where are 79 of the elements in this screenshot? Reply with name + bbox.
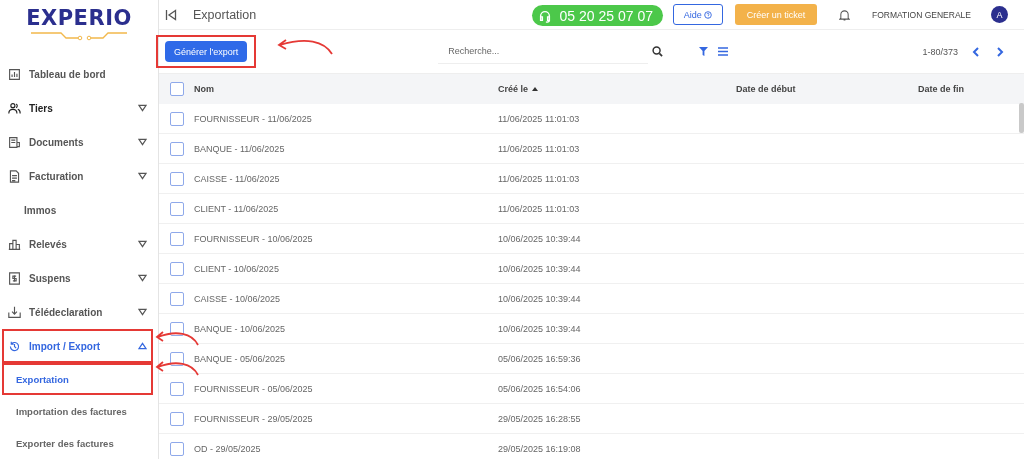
- table-cell-text: 10/06/2025 10:39:44: [498, 263, 582, 274]
- checkbox[interactable]: [169, 291, 184, 306]
- table-cell-text: 11/06/2025 11:01:03: [498, 113, 581, 124]
- column-header[interactable]: Créé le: [498, 84, 736, 94]
- table-cell-text: 10/06/2025 10:39:44: [498, 233, 582, 244]
- checkbox[interactable]: [169, 441, 184, 456]
- nav-item[interactable]: Immos: [4, 195, 151, 225]
- nav-icon: [8, 339, 21, 353]
- checkbox[interactable]: [169, 82, 184, 96]
- table-cell-text: 10/06/2025 10:39:44: [498, 293, 582, 304]
- column-header[interactable]: Nom: [194, 84, 498, 94]
- page-range: 1-80/373: [922, 46, 958, 57]
- circuit-line-icon: [29, 31, 129, 41]
- table-cell-text: 29/05/2025 16:28:55: [498, 413, 582, 424]
- table-cell-text: 05/06/2025 16:59:36: [498, 353, 582, 364]
- table-cell-text: FOURNISSEUR - 10/06/2025: [194, 233, 314, 244]
- nav-item[interactable]: Import / Export: [4, 331, 151, 361]
- help-button[interactable]: Aide: [672, 4, 723, 25]
- chevron-left-icon[interactable]: [972, 46, 980, 57]
- table-cell-text: FOURNISSEUR - 29/05/2025: [194, 413, 314, 424]
- bell-icon[interactable]: [838, 8, 850, 21]
- table-cell-text: OD - 29/05/2025: [194, 443, 262, 454]
- table-cell-text: BANQUE - 05/06/2025: [194, 353, 287, 364]
- table-cell-text: 29/05/2025 16:19:08: [498, 443, 582, 454]
- table-cell-text: 11/06/2025 11:01:03: [498, 203, 581, 214]
- search-field[interactable]: Recherche...: [438, 39, 649, 64]
- table-cell-text: 11/06/2025 11:01:03: [498, 143, 581, 154]
- nav-item[interactable]: Documents: [4, 127, 151, 157]
- checkbox[interactable]: [169, 411, 184, 426]
- nav-item[interactable]: Facturation: [4, 161, 151, 191]
- table-cell-text: FOURNISSEUR - 11/06/2025: [194, 113, 313, 124]
- nav-item[interactable]: Suspens: [4, 263, 151, 293]
- checkbox[interactable]: [169, 261, 184, 276]
- nav-icon: [8, 169, 21, 183]
- headset-icon: [537, 8, 552, 23]
- table-cell-text: CLIENT - 10/06/2025: [194, 263, 280, 274]
- nav-icon: [8, 67, 21, 81]
- page-title: Exportation: [193, 7, 257, 22]
- checkbox[interactable]: [169, 141, 184, 156]
- nav-subitem[interactable]: Importation des factures: [4, 397, 151, 425]
- checkbox[interactable]: [169, 201, 184, 216]
- table-cell-text: 10/06/2025 10:39:44: [498, 323, 582, 334]
- nav-item[interactable]: Tiers: [4, 93, 151, 123]
- table-cell-text: CAISSE - 11/06/2025: [194, 173, 281, 184]
- table-cell-text: FOURNISSEUR - 05/06/2025: [194, 383, 314, 394]
- company-name[interactable]: FORMATION GENERALE: [871, 9, 971, 20]
- table-cell-text: 11/06/2025 11:01:03: [498, 173, 581, 184]
- nav-subitem[interactable]: Exportation: [4, 365, 151, 393]
- nav-item[interactable]: Relevés: [4, 229, 151, 259]
- nav-icon: [8, 305, 21, 319]
- nav-icon: [8, 237, 21, 251]
- checkbox[interactable]: [169, 231, 184, 246]
- chevron-right-icon[interactable]: [996, 46, 1004, 57]
- table-cell-text: BANQUE - 10/06/2025: [194, 323, 287, 334]
- export-button[interactable]: Générer l'export: [165, 41, 248, 63]
- collapse-icon[interactable]: [165, 8, 177, 21]
- checkbox[interactable]: [169, 381, 184, 396]
- nav-icon: [8, 135, 21, 149]
- scrollbar[interactable]: [1019, 103, 1024, 133]
- nav-icon: [8, 271, 21, 285]
- nav-subitem[interactable]: Exporter des factures: [4, 429, 151, 457]
- avatar[interactable]: A: [991, 6, 1008, 23]
- filter-icon[interactable]: [699, 47, 709, 56]
- table-cell-text: BANQUE - 11/06/2025: [194, 143, 286, 154]
- help-circle-icon: [704, 10, 713, 19]
- nav-item[interactable]: Télédeclaration: [4, 297, 151, 327]
- column-header[interactable]: Date de fin: [918, 84, 964, 94]
- logo: EXPERIO: [26, 6, 132, 30]
- column-header[interactable]: Date de début: [736, 84, 918, 94]
- table-cell-text: CLIENT - 11/06/2025: [194, 203, 280, 214]
- checkbox[interactable]: [169, 111, 184, 126]
- checkbox[interactable]: [169, 171, 184, 186]
- table-cell-text: CAISSE - 10/06/2025: [194, 293, 282, 304]
- menu-icon[interactable]: [718, 47, 729, 56]
- search-icon[interactable]: [652, 46, 664, 57]
- table-cell-text: 05/06/2025 16:54:06: [498, 383, 582, 394]
- annotation-arrow: [276, 37, 334, 55]
- nav-icon: [8, 101, 21, 115]
- nav-item[interactable]: Tableau de bord: [4, 59, 151, 89]
